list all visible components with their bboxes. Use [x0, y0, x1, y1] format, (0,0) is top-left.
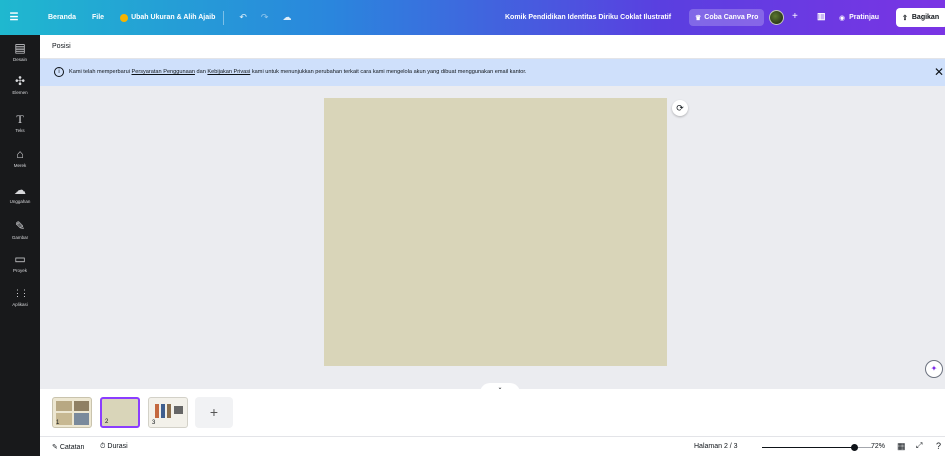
close-icon[interactable]: ✕ — [934, 65, 944, 79]
bottom-status-bar: ✎ Catatan ⏱ Durasi Halaman 2 / 3 72% ▦ ⤢… — [40, 436, 945, 456]
sidebar-item-label: Teks — [15, 128, 25, 133]
sidebar-item-label: Aplikasi — [12, 302, 28, 307]
page-thumbnail[interactable]: 1 — [52, 397, 92, 428]
thumbnail-panel — [74, 401, 89, 411]
preview-label: Pratinjau — [849, 14, 880, 21]
page-number: 2 — [105, 419, 109, 425]
grid-view-icon[interactable]: ▦ — [897, 441, 906, 452]
thumbnail-panel — [74, 413, 89, 425]
sidebar-lower-area — [0, 321, 40, 456]
brand-icon: ⌂ — [16, 147, 24, 161]
sidebar-item-design[interactable]: ▤ Desain — [0, 41, 40, 63]
upload-icon: ☁ — [14, 183, 26, 197]
share-label: Bagikan — [911, 14, 940, 21]
page-number: 1 — [56, 420, 60, 426]
document-title[interactable]: Komik Pendidikan Identitas Diriku Coklat… — [505, 14, 671, 21]
insights-chart-icon[interactable]: ▥ — [817, 11, 826, 22]
layout-icon: ▤ — [14, 41, 26, 55]
folder-icon: ▭ — [14, 252, 26, 266]
notes-label: Catatan — [59, 444, 85, 451]
zoom-slider-knob[interactable] — [851, 444, 859, 451]
sidebar-item-label: Gambar — [11, 235, 29, 240]
share-upload-icon: ⇧ — [902, 14, 908, 22]
sidebar-item-apps[interactable]: ⋮⋮ Aplikasi — [0, 287, 40, 307]
page-thumbnail[interactable]: 3 — [148, 397, 188, 428]
sidebar-item-label: Elemen — [12, 90, 28, 95]
sidebar-item-draw[interactable]: ✎ Gambar — [0, 219, 40, 241]
notice-text-part: kami untuk menunjukkan perubahan terkait… — [250, 69, 527, 75]
page-thumbnails-strip: 1 2 3 + — [40, 389, 945, 436]
sidebar-item-projects[interactable]: ▭ Proyek — [0, 252, 40, 274]
magic-assistant-icon[interactable]: ✦ — [925, 360, 943, 378]
position-button[interactable]: Posisi — [52, 43, 71, 50]
apps-icon: ⋮⋮ — [13, 288, 29, 298]
menu-hamburger-icon[interactable]: ☰ — [0, 12, 28, 23]
thumbnail-panel — [56, 401, 72, 411]
info-icon: i — [54, 67, 64, 77]
thumbnail-figure — [161, 404, 165, 418]
redo-icon[interactable]: ↷ — [261, 12, 269, 23]
cloud-saved-icon[interactable]: ☁ — [282, 12, 291, 23]
sidebar-item-brand[interactable]: ⌂ Merek — [0, 147, 40, 169]
shapes-icon: ✣ — [14, 74, 26, 88]
sidebar-item-label: Desain — [12, 57, 27, 62]
resize-magic-button[interactable]: Ubah Ukuran & Alih Ajaib — [120, 13, 216, 22]
sidebar-item-label: Unggahan — [9, 199, 31, 204]
file-menu-button[interactable]: File — [92, 14, 104, 21]
text-icon: T — [16, 112, 24, 126]
notice-text-part: Kami telah memperbarui — [69, 69, 132, 75]
notice-text: Kami telah memperbarui Persyaratan Pengg… — [69, 69, 526, 75]
crown-icon: ♛ — [695, 14, 702, 22]
fullscreen-icon[interactable]: ⤢ — [916, 441, 922, 451]
privacy-link[interactable]: Kebijakan Privasi — [207, 69, 250, 75]
toolbar-divider — [223, 10, 225, 25]
add-collaborator-icon[interactable]: + — [792, 11, 798, 22]
sidebar-item-label: Merek — [13, 163, 27, 168]
page-thumbnail-selected[interactable]: 2 — [100, 397, 140, 428]
try-pro-label: Coba Canva Pro — [704, 14, 759, 21]
zoom-level[interactable]: 72% — [871, 443, 885, 450]
context-toolbar: Posisi — [40, 35, 945, 59]
timer-icon: ⏱ — [100, 443, 106, 450]
left-sidebar: ▤ Desain ✣ Elemen T Teks ⌂ Merek ☁ Ungga… — [0, 35, 40, 321]
crown-icon — [120, 13, 129, 22]
duration-label: Durasi — [107, 443, 128, 450]
eye-icon: ◉ — [839, 14, 846, 22]
notes-button[interactable]: ✎ Catatan — [52, 443, 84, 451]
resize-label: Ubah Ukuran & Alih Ajaib — [131, 14, 216, 21]
thumbnail-figure — [174, 406, 183, 414]
draw-icon: ✎ — [14, 219, 26, 233]
page-number: 3 — [152, 420, 156, 426]
thumbnail-figure — [167, 404, 171, 418]
page-indicator[interactable]: Halaman 2 / 3 — [694, 443, 738, 450]
notice-text-part: dan — [194, 69, 208, 75]
zoom-slider[interactable] — [762, 444, 872, 451]
sidebar-item-text[interactable]: T Teks — [0, 112, 40, 134]
sidebar-item-uploads[interactable]: ☁ Unggahan — [0, 183, 40, 205]
help-icon[interactable]: ? — [936, 441, 941, 451]
notes-icon: ✎ — [52, 444, 58, 451]
add-page-button[interactable]: + — [195, 397, 233, 428]
preview-button[interactable]: ◉ Pratinjau — [835, 9, 883, 26]
try-pro-button[interactable]: ♛ Coba Canva Pro — [689, 9, 765, 26]
sidebar-item-label: Proyek — [12, 268, 27, 273]
user-avatar[interactable] — [769, 10, 784, 25]
duration-button[interactable]: ⏱ Durasi — [100, 443, 128, 451]
share-button[interactable]: ⇧ Bagikan — [896, 8, 945, 27]
refresh-page-icon[interactable]: ⟳ — [672, 100, 688, 116]
top-toolbar: ☰ Beranda File Ubah Ukuran & Alih Ajaib … — [0, 0, 945, 35]
zoom-slider-fill — [762, 447, 855, 448]
thumbnail-figure — [155, 404, 159, 418]
sidebar-item-elements[interactable]: ✣ Elemen — [0, 74, 40, 96]
undo-icon[interactable]: ↶ — [239, 12, 247, 23]
home-button[interactable]: Beranda — [48, 14, 76, 21]
design-page-canvas[interactable] — [324, 98, 667, 366]
terms-link[interactable]: Persyaratan Penggunaan — [132, 69, 195, 75]
policy-notice-banner: i Kami telah memperbarui Persyaratan Pen… — [40, 59, 945, 86]
